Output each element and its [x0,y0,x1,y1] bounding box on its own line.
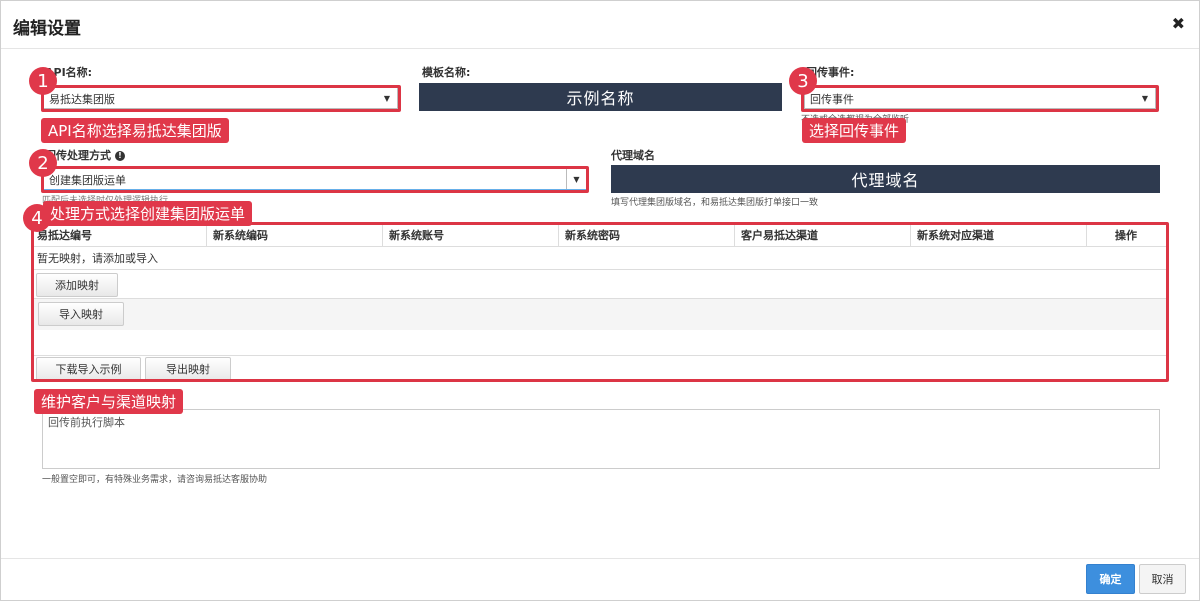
template-name-field[interactable]: 示例名称 [419,83,782,111]
dialog-footer [1,558,1199,600]
edit-settings-dialog: 编辑设置 ✖ API名称: 易抵达集团版 ▼ 模板名称: 示例名称 回传事件: … [0,0,1200,601]
annotation-label: 处理方式选择创建集团版运单 [43,201,253,226]
template-name-label: 模板名称: [422,66,471,79]
info-icon[interactable]: ! [115,151,125,161]
highlight-box [31,222,1169,382]
annotation-number: 3 [789,67,817,95]
proxy-domain-label: 代理域名 [611,149,655,162]
close-icon[interactable]: ✖ [1172,14,1185,33]
callback-script-textarea[interactable]: 回传前执行脚本 [42,409,1160,469]
callback-method-label: 回传处理方式! [45,147,125,163]
annotation-label: 选择回传事件 [802,118,907,143]
dialog-title: 编辑设置 [13,19,81,39]
script-hint: 一般置空即可，有特殊业务需求，请咨询易抵达客服协助 [42,475,268,485]
highlight-box [801,85,1159,112]
dialog-header: 编辑设置 ✖ [1,1,1199,49]
annotation-number: 1 [29,67,57,95]
highlight-box [41,166,589,193]
annotation-label: 维护客户与渠道映射 [34,389,184,414]
annotation-number: 2 [29,149,57,177]
proxy-domain-hint: 填写代理集团版域名，和易抵达集团版打单接口一致 [611,198,819,208]
annotation-label: API名称选择易抵达集团版 [41,118,229,143]
proxy-domain-field[interactable]: 代理域名 [611,165,1160,193]
highlight-box [41,85,401,112]
cancel-button[interactable]: 取消 [1139,564,1186,594]
confirm-button[interactable]: 确定 [1086,564,1135,594]
